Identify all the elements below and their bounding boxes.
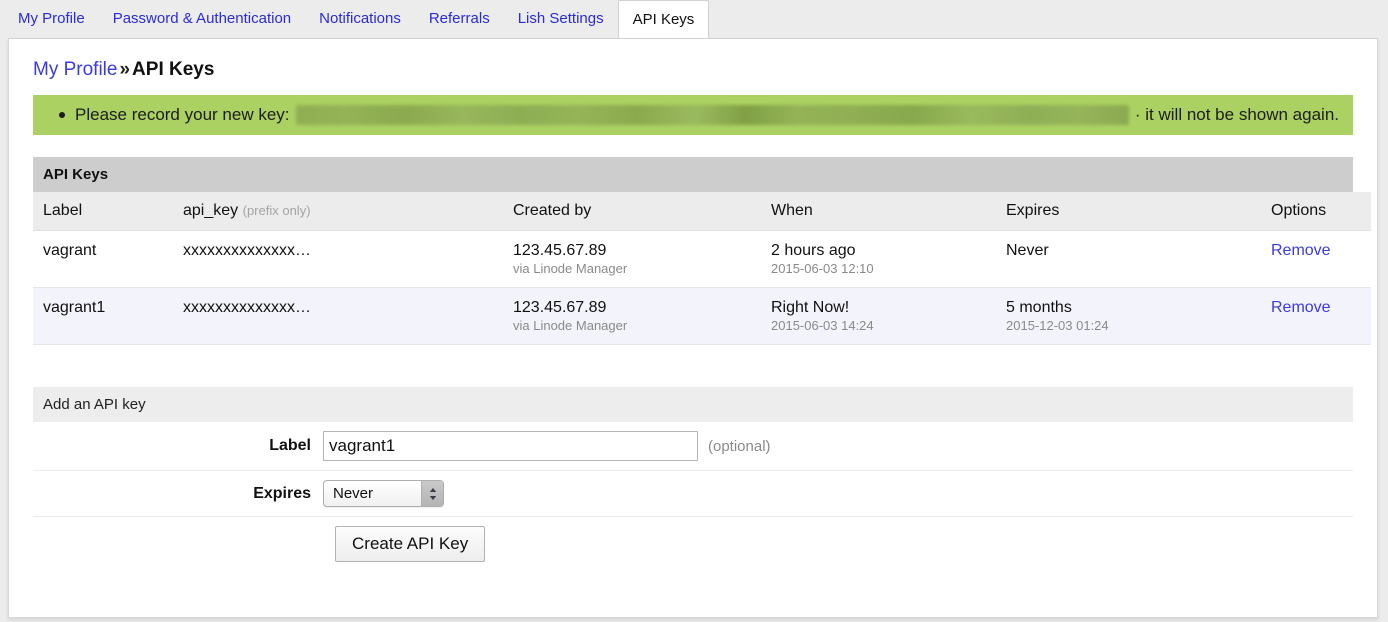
cell-expires-absolute: 2015-12-03 01:24 — [1006, 318, 1251, 333]
cell-label: vagrant1 — [33, 288, 173, 345]
label-field-hint: (optional) — [708, 438, 771, 455]
cell-options: Remove — [1261, 231, 1371, 288]
cell-created-by: 123.45.67.89 via Linode Manager — [503, 231, 761, 288]
breadcrumb-separator: » — [119, 59, 130, 80]
cell-when-absolute: 2015-06-03 12:10 — [771, 261, 986, 276]
cell-created-by: 123.45.67.89 via Linode Manager — [503, 288, 761, 345]
profile-tabbar: My Profile Password & Authentication Not… — [0, 0, 1388, 38]
bullet-icon — [59, 112, 65, 118]
remove-key-link[interactable]: Remove — [1271, 242, 1331, 259]
submit-form-row: Create API Key — [33, 517, 1353, 571]
table-row: vagrant xxxxxxxxxxxxxx… 123.45.67.89 via… — [33, 231, 1371, 288]
redacted-api-key-value — [296, 105, 1129, 125]
api-keys-table-body: vagrant xxxxxxxxxxxxxx… 123.45.67.89 via… — [33, 231, 1371, 345]
column-header-options: Options — [1261, 192, 1371, 231]
label-field-label: Label — [33, 437, 323, 455]
cell-api-key: xxxxxxxxxxxxxx… — [173, 288, 503, 345]
notice-lead-text: Please record your new key: — [75, 105, 290, 125]
cell-expires: Never — [996, 231, 1261, 288]
new-key-notice: Please record your new key: · it will no… — [33, 95, 1353, 135]
remove-key-link[interactable]: Remove — [1271, 299, 1331, 316]
chevron-updown-icon — [421, 481, 443, 506]
label-input[interactable] — [323, 431, 698, 461]
expires-select-value: Never — [333, 485, 373, 502]
cell-label: vagrant — [33, 231, 173, 288]
api-keys-table-header: Label api_key (prefix only) Created by W… — [33, 192, 1371, 231]
cell-when-relative: 2 hours ago — [771, 242, 856, 259]
notice-tail-text: · it will not be shown again. — [1135, 105, 1339, 125]
cell-when: 2 hours ago 2015-06-03 12:10 — [761, 231, 996, 288]
tab-my-profile[interactable]: My Profile — [4, 0, 99, 38]
breadcrumb-link-my-profile[interactable]: My Profile — [33, 59, 117, 80]
cell-when: Right Now! 2015-06-03 14:24 — [761, 288, 996, 345]
cell-when-absolute: 2015-06-03 14:24 — [771, 318, 986, 333]
api-keys-section-title: API Keys — [33, 157, 1353, 192]
content-panel: My Profile»API Keys Please record your n… — [8, 38, 1378, 618]
cell-expires-relative: Never — [1006, 242, 1049, 259]
create-api-key-button[interactable]: Create API Key — [335, 526, 485, 562]
expires-select[interactable]: Never — [323, 480, 444, 507]
cell-when-relative: Right Now! — [771, 299, 849, 316]
breadcrumb-current: API Keys — [132, 59, 214, 80]
cell-created-by-ip: 123.45.67.89 — [513, 242, 606, 259]
column-header-api-key-text: api_key — [183, 202, 238, 219]
cell-created-by-via: via Linode Manager — [513, 318, 751, 333]
tab-api-keys[interactable]: API Keys — [618, 0, 710, 38]
table-header-row: Label api_key (prefix only) Created by W… — [33, 192, 1371, 231]
cell-created-by-ip: 123.45.67.89 — [513, 299, 606, 316]
label-form-row: Label (optional) — [33, 422, 1353, 471]
column-header-expires: Expires — [996, 192, 1261, 231]
cell-created-by-via: via Linode Manager — [513, 261, 751, 276]
column-header-label: Label — [33, 192, 173, 231]
expires-field-label: Expires — [33, 485, 323, 503]
table-row: vagrant1 xxxxxxxxxxxxxx… 123.45.67.89 vi… — [33, 288, 1371, 345]
cell-options: Remove — [1261, 288, 1371, 345]
expires-form-row: Expires Never — [33, 471, 1353, 517]
column-header-api-key-note: (prefix only) — [243, 203, 311, 218]
cell-api-key: xxxxxxxxxxxxxx… — [173, 231, 503, 288]
api-keys-table: Label api_key (prefix only) Created by W… — [33, 192, 1371, 345]
add-api-key-section-title: Add an API key — [33, 387, 1353, 422]
add-api-key-form: Add an API key Label (optional) Expires … — [33, 387, 1353, 571]
cell-expires-relative: 5 months — [1006, 299, 1072, 316]
tab-referrals[interactable]: Referrals — [415, 0, 504, 38]
cell-expires: 5 months 2015-12-03 01:24 — [996, 288, 1261, 345]
column-header-api-key: api_key (prefix only) — [173, 192, 503, 231]
column-header-when: When — [761, 192, 996, 231]
breadcrumb: My Profile»API Keys — [33, 39, 1353, 95]
column-header-created-by: Created by — [503, 192, 761, 231]
tab-password-authentication[interactable]: Password & Authentication — [99, 0, 305, 38]
tab-notifications[interactable]: Notifications — [305, 0, 415, 38]
tab-lish-settings[interactable]: Lish Settings — [504, 0, 618, 38]
